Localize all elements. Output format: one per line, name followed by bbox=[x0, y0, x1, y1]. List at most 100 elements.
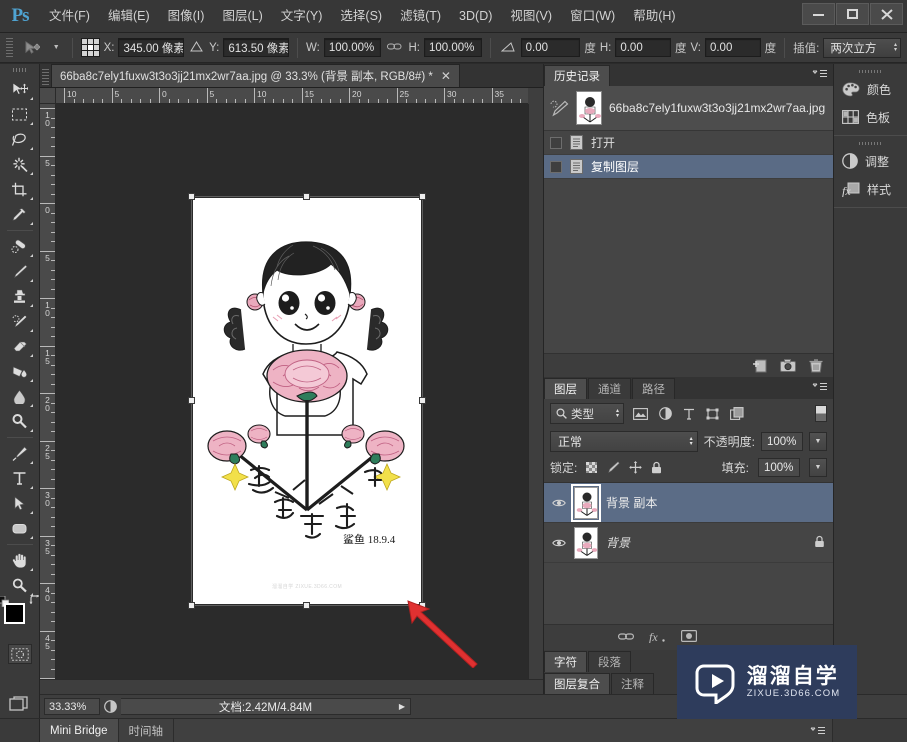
history-snapshot-checkbox-open[interactable] bbox=[550, 136, 562, 149]
lasso-tool[interactable] bbox=[6, 127, 34, 152]
foreground-color-swatch[interactable] bbox=[3, 603, 25, 624]
interpolation-select[interactable]: 两次立方 bbox=[823, 37, 901, 58]
history-brush-tool[interactable] bbox=[6, 309, 34, 334]
layer-row-background-copy[interactable]: 背景 副本 bbox=[544, 483, 833, 523]
shape-tool[interactable] bbox=[6, 516, 34, 541]
dock-grip-1[interactable] bbox=[834, 68, 907, 75]
path-selection-tool[interactable] bbox=[6, 491, 34, 516]
y-input[interactable]: 613.50 像素 bbox=[223, 38, 289, 57]
new-document-from-state-icon[interactable] bbox=[752, 359, 767, 373]
menu-edit[interactable]: 编辑(E) bbox=[99, 6, 159, 27]
layer-name-1[interactable]: 背景 副本 bbox=[606, 494, 657, 511]
delete-state-icon[interactable] bbox=[809, 358, 823, 373]
tool-preset-dropdown[interactable]: ▼ bbox=[49, 44, 64, 51]
layer-row-background[interactable]: 背景 bbox=[544, 523, 833, 563]
healing-brush-tool[interactable] bbox=[6, 234, 34, 259]
history-state-open[interactable]: 打开 bbox=[544, 131, 833, 155]
transform-handle-tl[interactable] bbox=[188, 193, 195, 200]
tab-mini-bridge[interactable]: Mini Bridge bbox=[40, 719, 119, 742]
gradient-tool[interactable] bbox=[6, 359, 34, 384]
ruler-corner[interactable] bbox=[40, 88, 56, 104]
dodge-tool[interactable] bbox=[6, 409, 34, 434]
layer-thumbnail-1[interactable] bbox=[571, 483, 601, 522]
refpoint-bc[interactable] bbox=[87, 51, 93, 56]
menu-window[interactable]: 窗口(W) bbox=[561, 6, 624, 27]
blur-tool[interactable] bbox=[6, 384, 34, 409]
menu-image[interactable]: 图像(I) bbox=[159, 6, 214, 27]
new-snapshot-icon[interactable] bbox=[780, 359, 796, 372]
clone-stamp-tool[interactable] bbox=[6, 284, 34, 309]
eraser-tool[interactable] bbox=[6, 334, 34, 359]
reference-point-selector[interactable] bbox=[80, 38, 100, 57]
transform-bounding-box[interactable] bbox=[188, 193, 426, 609]
tab-notes[interactable]: 注释 bbox=[611, 673, 654, 694]
maximize-button[interactable] bbox=[836, 3, 869, 25]
dock-item-styles[interactable]: fx 样式 bbox=[834, 175, 907, 203]
x-input[interactable]: 345.00 像素 bbox=[118, 38, 185, 57]
lock-transparent-pixels-icon[interactable] bbox=[586, 462, 598, 473]
layer-mask-icon[interactable] bbox=[681, 630, 698, 645]
marquee-tool[interactable] bbox=[6, 102, 34, 127]
lock-image-pixels-icon[interactable] bbox=[606, 461, 620, 474]
screen-mode-icon[interactable] bbox=[8, 696, 31, 716]
lock-position-icon[interactable] bbox=[629, 461, 643, 474]
history-snapshot-row[interactable]: 66ba8c7ely1fuxw3t3o3jj21mx2wr7aa.jpg bbox=[544, 86, 833, 131]
quick-mask-toggle[interactable] bbox=[7, 644, 32, 664]
layers-panel-menu-icon[interactable] bbox=[812, 382, 828, 395]
type-filter-icon[interactable] bbox=[683, 408, 695, 420]
shape-filter-icon[interactable] bbox=[706, 408, 719, 420]
refpoint-ml[interactable] bbox=[81, 45, 87, 50]
w-input[interactable]: 100.00% bbox=[323, 38, 382, 57]
refpoint-tr[interactable] bbox=[93, 39, 99, 44]
layer-visibility-toggle-1[interactable] bbox=[552, 498, 566, 508]
pixel-filter-icon[interactable] bbox=[633, 407, 648, 420]
menu-view[interactable]: 视图(V) bbox=[501, 6, 561, 27]
swap-colors-icon[interactable] bbox=[28, 594, 41, 609]
maintain-aspect-ratio-link-icon[interactable] bbox=[385, 41, 404, 55]
lock-all-icon[interactable] bbox=[651, 461, 662, 474]
relative-position-toggle-icon[interactable] bbox=[188, 40, 205, 55]
menu-file[interactable]: 文件(F) bbox=[40, 6, 99, 27]
dock-grip-2[interactable] bbox=[834, 140, 907, 147]
transform-handle-br[interactable] bbox=[419, 602, 426, 609]
layer-filter-select[interactable]: 类型 bbox=[550, 403, 624, 424]
hand-tool[interactable] bbox=[6, 548, 34, 573]
refpoint-br[interactable] bbox=[93, 51, 99, 56]
brush-tool[interactable] bbox=[6, 259, 34, 284]
refpoint-tl[interactable] bbox=[81, 39, 87, 44]
layer-style-fx-icon[interactable]: fx bbox=[649, 630, 666, 646]
layer-filter-enable-switch[interactable] bbox=[815, 405, 827, 422]
dock-item-swatches[interactable]: 色板 bbox=[834, 103, 907, 131]
canvas-vertical-scrollbar[interactable] bbox=[528, 104, 543, 679]
skew-h-input[interactable]: 0.00 bbox=[615, 38, 672, 57]
tab-channels[interactable]: 通道 bbox=[588, 378, 631, 399]
tab-strip-grip[interactable] bbox=[42, 69, 49, 85]
fill-slider-arrow[interactable]: ▼ bbox=[809, 458, 827, 477]
smartobject-filter-icon[interactable] bbox=[730, 407, 744, 420]
status-expand-arrow-icon[interactable]: ▶ bbox=[399, 702, 405, 711]
h-input[interactable]: 100.00% bbox=[423, 38, 482, 57]
document-size-status[interactable]: 文档:2.42M/4.84M ▶ bbox=[121, 698, 411, 715]
refpoint-tc[interactable] bbox=[87, 39, 93, 44]
menu-3d[interactable]: 3D(D) bbox=[450, 6, 501, 27]
history-panel-menu-icon[interactable] bbox=[812, 69, 828, 82]
move-tool[interactable] bbox=[6, 77, 34, 102]
history-state-duplicate-layer[interactable]: 复制图层 bbox=[544, 155, 833, 179]
opacity-slider-arrow[interactable]: ▼ bbox=[809, 432, 827, 451]
vertical-ruler[interactable]: 1 05051 01 52 02 53 03 54 04 55 0 bbox=[40, 104, 56, 679]
dock-item-adjustments[interactable]: 调整 bbox=[834, 147, 907, 175]
link-layers-icon[interactable] bbox=[618, 631, 635, 645]
layer-name-2[interactable]: 背景 bbox=[606, 534, 630, 551]
zoom-level-input[interactable]: 33.33% bbox=[44, 698, 100, 715]
layer-thumbnail-2[interactable] bbox=[574, 526, 598, 559]
crop-tool[interactable] bbox=[6, 177, 34, 202]
menu-type[interactable]: 文字(Y) bbox=[272, 6, 332, 27]
options-bar-grip[interactable] bbox=[6, 37, 13, 58]
layer-visibility-toggle-2[interactable] bbox=[552, 538, 566, 548]
transform-handle-ml[interactable] bbox=[188, 397, 195, 404]
transform-handle-tr[interactable] bbox=[419, 193, 426, 200]
transform-handle-tc[interactable] bbox=[303, 193, 310, 200]
magic-wand-tool[interactable] bbox=[6, 152, 34, 177]
document-info-icon[interactable] bbox=[104, 700, 117, 713]
transform-handle-bc[interactable] bbox=[303, 602, 310, 609]
